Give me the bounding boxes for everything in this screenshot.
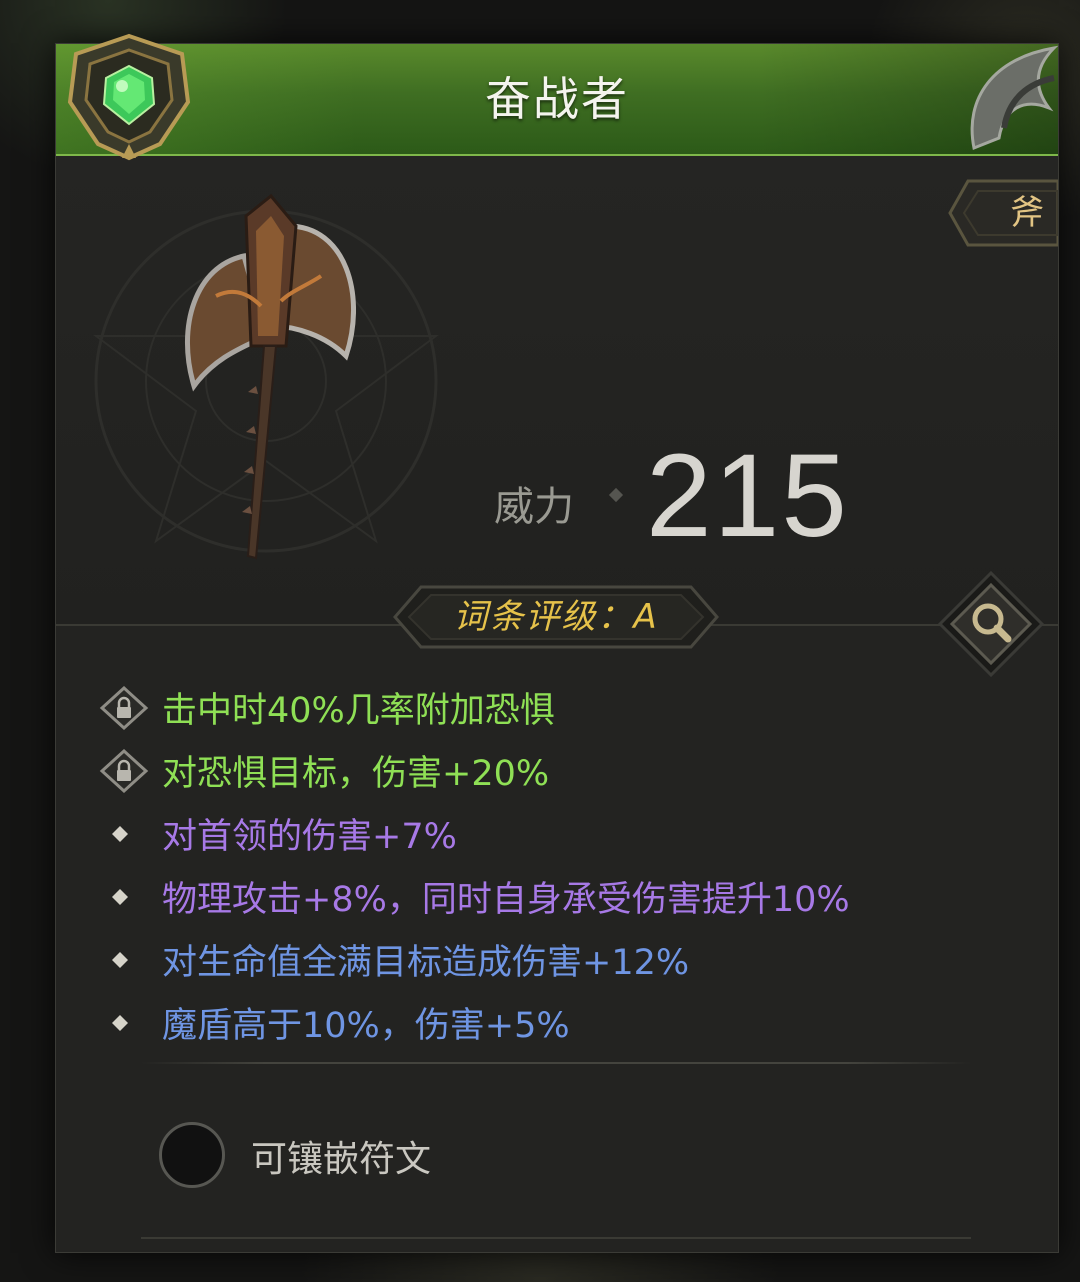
- green-gem-emblem-icon: [67, 33, 191, 161]
- corner-ornament-icon: [970, 45, 1059, 151]
- power-separator: [608, 487, 624, 503]
- item-overview: 威力 215: [56, 156, 1058, 624]
- axe-icon: [185, 193, 356, 560]
- magnifier-icon: [937, 570, 1045, 678]
- affix-text: 魔盾高于10%，伤害+5%: [162, 1006, 570, 1046]
- diamond-bullet-icon: [112, 1014, 128, 1031]
- item-name: 奋战者: [485, 72, 629, 126]
- affix-grade: 词条评级：A: [453, 597, 659, 637]
- item-tooltip-card: 奋战者 威力 215 斧 词条评级：A 击中时40%几率附加恐惧 对恐惧目标，伤…: [55, 33, 1059, 1253]
- affix-text: 对首领的伤害+7%: [162, 817, 457, 857]
- affix-list: 击中时40%几率附加恐惧 对恐惧目标，伤害+20% 对首领的伤害+7% 物理攻击…: [96, 676, 1016, 1054]
- affix-row: 对恐惧目标，伤害+20%: [96, 739, 1016, 802]
- rune-socket-label: 可镶嵌符文: [251, 1139, 432, 1180]
- affix-grade-banner: 词条评级：A: [391, 581, 721, 653]
- affix-row: 魔盾高于10%，伤害+5%: [96, 991, 1016, 1054]
- lock-icon: [99, 685, 149, 730]
- diamond-bullet-icon: [112, 825, 128, 842]
- affix-text: 物理攻击+8%，同时自身承受伤害提升10%: [162, 880, 850, 920]
- affix-text: 对恐惧目标，伤害+20%: [162, 754, 550, 794]
- affix-row: 对首领的伤害+7%: [96, 802, 1016, 865]
- power-label: 威力: [494, 484, 574, 530]
- section-divider: [141, 1062, 971, 1064]
- affix-row: 对生命值全满目标造成伤害+12%: [96, 928, 1016, 991]
- inspect-button[interactable]: [937, 570, 1045, 678]
- affix-text: 对生命值全满目标造成伤害+12%: [162, 943, 690, 983]
- diamond-bullet-icon: [112, 951, 128, 968]
- rune-socket[interactable]: [159, 1122, 225, 1188]
- affix-row: 击中时40%几率附加恐惧: [96, 676, 1016, 739]
- power-value: 215: [646, 430, 849, 562]
- section-divider: [141, 1237, 971, 1239]
- diamond-bullet-icon: [112, 888, 128, 905]
- weapon-type-tag: 斧: [948, 177, 1058, 249]
- affix-text: 击中时40%几率附加恐惧: [162, 691, 555, 731]
- lock-icon: [99, 748, 149, 793]
- affix-row: 物理攻击+8%，同时自身承受伤害提升10%: [96, 865, 1016, 928]
- weapon-type: 斧: [1010, 193, 1044, 233]
